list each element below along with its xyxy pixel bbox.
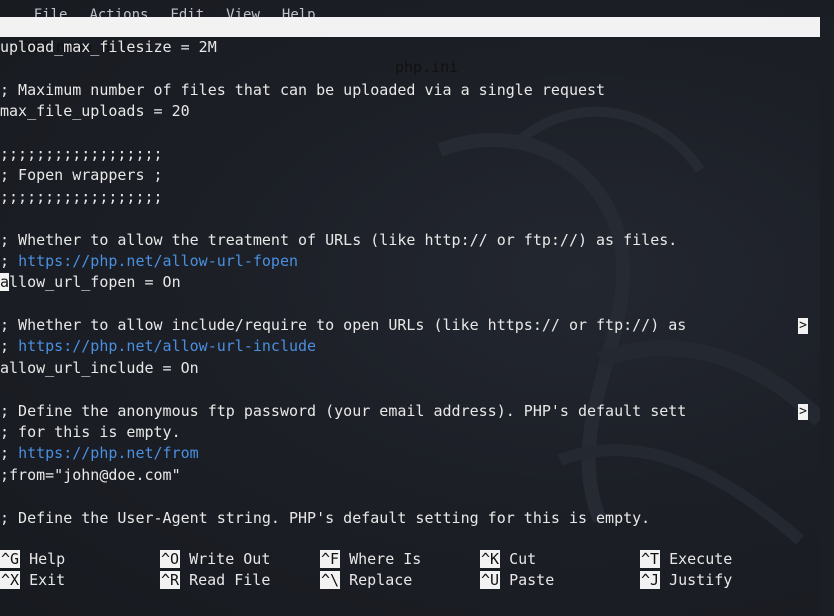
line-overflow-marker: > (798, 403, 808, 420)
editor-line[interactable]: ; Whether to allow the treatment of URLs… (0, 230, 820, 251)
shortcut-label: Exit (29, 571, 66, 589)
shortcut-label: Help (29, 550, 66, 568)
editor-line[interactable]: ;;;;;;;;;;;;;;;;;; (0, 144, 820, 165)
text-cursor: a (0, 273, 10, 292)
shortcut-cut[interactable]: ^K Cut (480, 549, 536, 570)
shortcut-label: Write Out (189, 550, 271, 568)
shortcut-key: ^G (0, 550, 21, 568)
shortcut-label: Read File (189, 571, 271, 589)
comment-prefix: ; (0, 251, 19, 270)
editor-line[interactable]: ; Whether to allow include/require to op… (0, 315, 820, 336)
shortcut-key: ^X (0, 571, 21, 589)
editor-line[interactable] (0, 58, 820, 79)
line-overflow-marker: > (798, 318, 808, 335)
editor-line[interactable] (0, 379, 820, 400)
shortcut-key: ^F (320, 550, 341, 568)
editor-line[interactable]: ; Define the User-Agent string. PHP's de… (0, 508, 820, 529)
cursor-line-rest: llow_url_fopen = On (9, 273, 181, 292)
editor-line[interactable]: ; Maximum number of files that can be up… (0, 80, 820, 101)
shortcut-label: Cut (509, 550, 537, 568)
comment-prefix: ; (0, 444, 19, 463)
url-link[interactable]: https://php.net/allow-url-include (18, 337, 316, 355)
editor-line[interactable]: max_file_uploads = 20 (0, 101, 820, 122)
shortcut-exit[interactable]: ^X Exit (0, 570, 65, 591)
shortcut-key: ^T (640, 550, 661, 568)
editor-line[interactable]: ; for this is empty. (0, 422, 820, 443)
window-right-edge (820, 17, 834, 616)
shortcut-label: Where Is (349, 550, 422, 568)
shortcut-paste[interactable]: ^U Paste (480, 570, 554, 591)
url-link[interactable]: https://php.net/from (18, 444, 199, 462)
editor-line-link[interactable]: ; https://php.net/allow-url-include (0, 336, 820, 357)
editor-line[interactable]: ; Fopen wrappers ; (0, 165, 820, 186)
shortcut-key: ^K (480, 550, 501, 568)
shortcut-label: Justify (669, 571, 733, 589)
comment-prefix: ; (0, 337, 19, 356)
shortcut-bar: ^G Help ^O Write Out ^F Where Is ^K Cut … (0, 548, 834, 592)
editor-buffer[interactable]: upload_max_filesize = 2M ; Maximum numbe… (0, 37, 820, 529)
editor-line[interactable] (0, 123, 820, 144)
shortcut-key: ^J (640, 571, 661, 589)
url-link[interactable]: https://php.net/allow-url-fopen (18, 252, 298, 270)
editor-line[interactable] (0, 294, 820, 315)
terminal-window: File Actions Edit View Help GNU nano 8.1 php… (0, 0, 834, 616)
shortcut-execute[interactable]: ^T Execute (640, 549, 732, 570)
editor-line[interactable] (0, 208, 820, 229)
editor-line[interactable]: ;;;;;;;;;;;;;;;;;; (0, 187, 820, 208)
editor-line[interactable]: allow_url_include = On (0, 358, 820, 379)
editor-line[interactable]: upload_max_filesize = 2M (0, 37, 820, 58)
editor-line-link[interactable]: ; https://php.net/from (0, 443, 820, 464)
line-text: ; Define the anonymous ftp password (you… (0, 401, 687, 420)
shortcut-key: ^R (160, 571, 181, 589)
editor-line[interactable] (0, 486, 820, 507)
editor-line[interactable]: ;from="john@doe.com" (0, 465, 820, 486)
shortcut-help[interactable]: ^G Help (0, 549, 65, 570)
editor-line-cursor[interactable]: allow_url_fopen = On (0, 272, 820, 293)
shortcut-key: ^\ (320, 571, 341, 589)
shortcut-label: Paste (509, 571, 555, 589)
editor-line-link[interactable]: ; https://php.net/allow-url-fopen (0, 251, 820, 272)
shortcut-key: ^U (480, 571, 501, 589)
shortcut-replace[interactable]: ^\ Replace (320, 570, 412, 591)
menu-bar: File Actions Edit View Help (0, 0, 834, 23)
shortcut-write-out[interactable]: ^O Write Out (160, 549, 270, 570)
shortcut-label: Replace (349, 571, 413, 589)
nano-title-bar: GNU nano 8.1 php.ini (0, 17, 820, 76)
shortcut-key: ^O (160, 550, 181, 568)
shortcut-where-is[interactable]: ^F Where Is (320, 549, 421, 570)
shortcut-label: Execute (669, 550, 733, 568)
editor-line[interactable]: ; Define the anonymous ftp password (you… (0, 401, 820, 422)
shortcut-read-file[interactable]: ^R Read File (160, 570, 270, 591)
line-text: ; Whether to allow include/require to op… (0, 316, 687, 335)
shortcut-justify[interactable]: ^J Justify (640, 570, 732, 591)
